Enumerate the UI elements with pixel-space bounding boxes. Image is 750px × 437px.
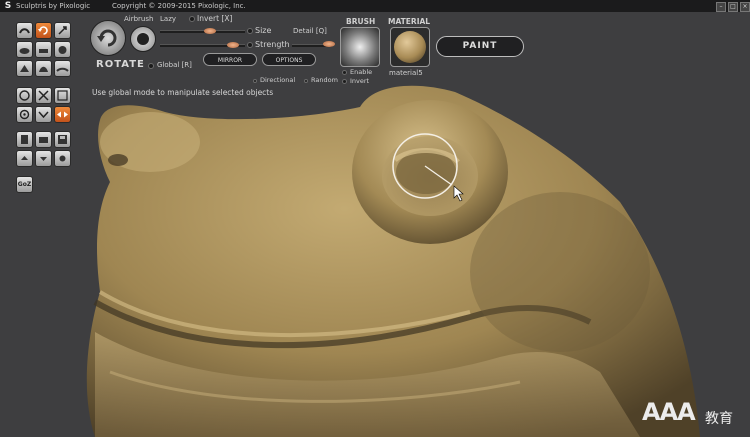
random-label: Random (311, 76, 338, 84)
brush-preview-thumbnail[interactable] (340, 27, 380, 67)
strength-slider-knob[interactable] (227, 42, 239, 48)
strength-radio[interactable] (247, 42, 253, 48)
draw-tool-button[interactable] (16, 22, 33, 39)
invert-radio[interactable] (189, 16, 195, 22)
airbrush-dial[interactable] (130, 26, 156, 52)
material-heading: MATERIAL (388, 17, 431, 26)
size-slider[interactable] (160, 30, 245, 33)
mask-tool-button[interactable] (35, 87, 52, 104)
title-bar: S Sculptris by Pixologic Copyright © 200… (0, 0, 750, 12)
size-label: Size (255, 26, 272, 35)
app-logo-icon: S (4, 1, 12, 11)
material-sphere-icon (394, 31, 426, 63)
sphere-tool-button[interactable] (16, 106, 33, 123)
options-button[interactable]: OPTIONS (262, 53, 316, 66)
window-copyright: Copyright © 2009-2015 Pixologic, Inc. (112, 2, 246, 10)
settings-button[interactable] (54, 150, 71, 167)
goz-button[interactable]: GoZ (16, 176, 33, 193)
grab-tool-button[interactable] (35, 60, 52, 77)
pinch-tool-button[interactable] (16, 60, 33, 77)
directional-label: Directional (260, 76, 296, 84)
smooth-tool-button[interactable] (54, 60, 71, 77)
minimize-button[interactable]: – (716, 2, 726, 12)
sculpt-viewport[interactable] (0, 12, 750, 437)
strength-label: Strength (255, 40, 290, 49)
flatten-tool-button[interactable] (35, 41, 52, 58)
file-save-button[interactable] (54, 131, 71, 148)
material-preview-thumbnail[interactable] (390, 27, 430, 67)
maximize-button[interactable]: □ (728, 2, 738, 12)
material-name: material5 (389, 69, 423, 77)
rotate-tool-button[interactable] (35, 22, 52, 39)
paint-button[interactable]: PAINT (436, 36, 524, 57)
symmetry-tool-button[interactable] (35, 106, 52, 123)
watermark-brand: AAA (642, 398, 696, 426)
current-tool-label: ROTATE (96, 59, 145, 70)
inflate-tool-button[interactable] (54, 41, 71, 58)
rotate-arrow-icon (97, 29, 117, 47)
directional-radio[interactable] (253, 79, 257, 83)
import-button[interactable] (16, 150, 33, 167)
global-label: Global [R] (157, 61, 192, 69)
airbrush-label: Airbrush (124, 15, 154, 23)
watermark-suffix: 教育 (705, 411, 733, 427)
move-tool-button[interactable] (16, 87, 33, 104)
mirror-tool-button[interactable] (54, 106, 71, 123)
brush-enable-radio[interactable] (342, 70, 347, 75)
random-radio[interactable] (304, 79, 308, 83)
mirror-button[interactable]: MIRROR (203, 53, 257, 66)
rotate-dial[interactable] (90, 20, 126, 56)
file-new-button[interactable] (16, 131, 33, 148)
export-button[interactable] (35, 150, 52, 167)
status-hint: Use global mode to manipulate selected o… (92, 88, 274, 97)
window-title: Sculptris by Pixologic (16, 2, 91, 10)
global-radio[interactable] (148, 63, 154, 69)
frog-model[interactable] (0, 12, 750, 437)
size-radio[interactable] (247, 28, 253, 34)
lazy-label: Lazy (160, 15, 177, 23)
detail-slider-knob[interactable] (323, 41, 335, 47)
crease-tool-button[interactable] (16, 41, 33, 58)
brush-heading: BRUSH (346, 17, 376, 26)
invert-label: Invert [X] (197, 14, 233, 23)
brush-invert-radio[interactable] (342, 79, 347, 84)
brush-invert-label: Invert (350, 77, 370, 85)
reduce-tool-button[interactable] (54, 87, 71, 104)
close-button[interactable]: × (740, 2, 750, 12)
file-open-button[interactable] (35, 131, 52, 148)
brush-enable-label: Enable (350, 68, 373, 76)
size-slider-knob[interactable] (204, 28, 216, 34)
detail-label: Detail [Q] (293, 27, 327, 35)
scale-tool-button[interactable] (54, 22, 71, 39)
